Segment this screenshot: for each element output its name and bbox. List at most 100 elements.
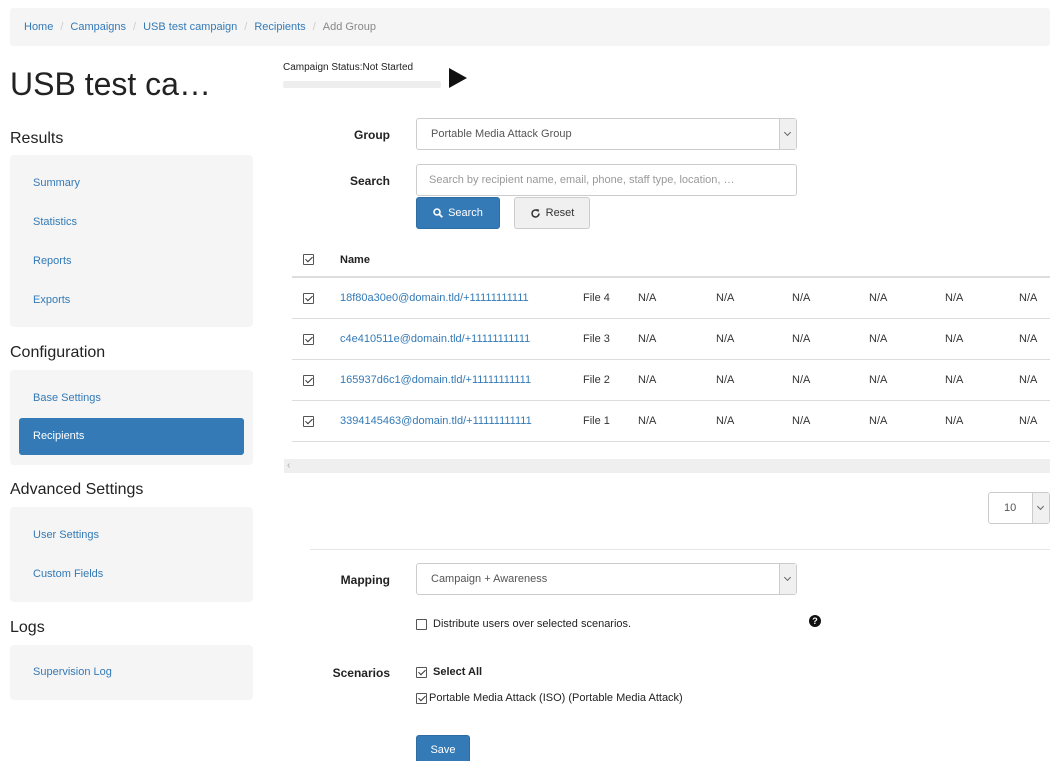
sidebar-item-custom-fields[interactable]: Custom Fields <box>19 556 244 593</box>
na-cell: N/A <box>638 333 657 345</box>
na-cell: N/A <box>945 292 964 304</box>
sidebar-item-base-settings[interactable]: Base Settings <box>19 380 244 417</box>
na-cell: N/A <box>792 374 811 386</box>
na-cell: N/A <box>869 333 888 345</box>
recipient-link[interactable]: 3394145463@domain.tld/+11111111111 <box>340 415 532 427</box>
breadcrumb-home[interactable]: Home <box>24 21 53 33</box>
select-all-scenarios-label: Select All <box>433 666 483 678</box>
search-input[interactable] <box>416 164 797 196</box>
na-cell: N/A <box>638 374 657 386</box>
select-all-scenarios-option[interactable]: Select All <box>416 666 482 678</box>
table-header: Name <box>292 243 1050 278</box>
breadcrumb-separator: / <box>133 21 137 33</box>
results-panel: Summary Statistics Reports Exports <box>10 155 253 327</box>
refresh-icon <box>530 208 540 218</box>
breadcrumb-separator: / <box>244 21 248 33</box>
row-checkbox[interactable] <box>303 319 314 359</box>
select-all-recipients-checkbox[interactable] <box>303 243 314 276</box>
logs-heading: Logs <box>10 619 45 636</box>
search-icon <box>433 208 443 218</box>
configuration-panel: Base Settings Recipients <box>10 370 253 465</box>
distribute-users-label: Distribute users over selected scenarios… <box>433 618 632 630</box>
breadcrumb-campaign[interactable]: USB test campaign <box>143 21 237 33</box>
results-heading: Results <box>10 130 64 147</box>
file-cell: File 4 <box>583 292 610 304</box>
sidebar-item-user-settings[interactable]: User Settings <box>19 517 244 554</box>
na-cell: N/A <box>638 292 657 304</box>
breadcrumb: Home / Campaigns / USB test campaign / R… <box>10 8 1050 46</box>
group-select[interactable]: Portable Media Attack Group <box>416 118 797 150</box>
mapping-select[interactable]: Campaign + Awareness <box>416 563 797 595</box>
sidebar-item-statistics[interactable]: Statistics <box>19 204 244 241</box>
row-checkbox[interactable] <box>303 401 314 441</box>
breadcrumb-campaigns[interactable]: Campaigns <box>70 21 126 33</box>
campaign-status: Campaign Status:Not Started <box>283 62 414 73</box>
save-button[interactable]: Save <box>416 735 470 761</box>
na-cell: N/A <box>638 415 657 427</box>
recipient-link[interactable]: 18f80a30e0@domain.tld/+11111111111 <box>340 292 529 304</box>
na-cell: N/A <box>1019 415 1038 427</box>
na-cell: N/A <box>716 333 735 345</box>
breadcrumb-separator: / <box>60 21 64 33</box>
table-row: 165937d6c1@domain.tld/+11111111111 File … <box>292 360 1050 401</box>
distribute-users-checkbox[interactable] <box>416 618 427 630</box>
reset-button[interactable]: Reset <box>514 197 590 229</box>
scenario-checkbox[interactable] <box>416 692 427 704</box>
sidebar-item-exports[interactable]: Exports <box>19 282 244 319</box>
column-header-name: Name <box>340 253 370 266</box>
na-cell: N/A <box>716 374 735 386</box>
recipient-link[interactable]: 165937d6c1@domain.tld/+11111111111 <box>340 374 531 386</box>
chevron-down-icon <box>779 564 796 594</box>
save-button-label: Save <box>430 744 456 756</box>
breadcrumb-recipients[interactable]: Recipients <box>254 21 305 33</box>
scenario-label: Portable Media Attack (ISO) (Portable Me… <box>429 692 683 704</box>
na-cell: N/A <box>945 374 964 386</box>
search-button-label: Search <box>448 207 483 219</box>
help-icon[interactable]: ? <box>809 615 821 627</box>
advanced-settings-panel: User Settings Custom Fields <box>10 507 253 602</box>
table-horizontal-scrollbar[interactable]: ‹ <box>284 459 1050 473</box>
sidebar-item-reports[interactable]: Reports <box>19 243 244 280</box>
mapping-select-value: Campaign + Awareness <box>431 573 548 585</box>
na-cell: N/A <box>792 333 811 345</box>
na-cell: N/A <box>1019 333 1038 345</box>
row-checkbox[interactable] <box>303 360 314 400</box>
table-row: 3394145463@domain.tld/+11111111111 File … <box>292 401 1050 442</box>
page-title: USB test ca… <box>10 66 211 102</box>
na-cell: N/A <box>945 333 964 345</box>
na-cell: N/A <box>716 415 735 427</box>
start-campaign-play-icon[interactable] <box>449 68 467 88</box>
sidebar-item-summary[interactable]: Summary <box>19 165 244 202</box>
logs-panel: Supervision Log <box>10 645 253 700</box>
na-cell: N/A <box>945 415 964 427</box>
select-all-scenarios-checkbox[interactable] <box>416 666 427 678</box>
na-cell: N/A <box>869 415 888 427</box>
campaign-progress-bar <box>283 81 441 88</box>
search-button[interactable]: Search <box>416 197 500 229</box>
scenario-option[interactable]: Portable Media Attack (ISO) (Portable Me… <box>416 692 683 704</box>
reset-button-label: Reset <box>545 207 575 219</box>
na-cell: N/A <box>869 292 888 304</box>
sidebar-item-recipients[interactable]: Recipients <box>19 418 244 455</box>
table-row: c4e410511e@domain.tld/+11111111111 File … <box>292 319 1050 360</box>
advanced-settings-heading: Advanced Settings <box>10 481 144 498</box>
breadcrumb-current: Add Group <box>322 21 376 33</box>
scroll-left-icon[interactable]: ‹ <box>287 460 290 471</box>
distribute-users-option[interactable]: Distribute users over selected scenarios… <box>416 618 631 630</box>
chevron-down-icon <box>1032 493 1049 523</box>
page-size-select[interactable]: 10 <box>988 492 1050 524</box>
sidebar-item-supervision-log[interactable]: Supervision Log <box>19 654 244 691</box>
scenarios-label: Scenarios <box>332 666 390 680</box>
chevron-down-icon <box>779 119 796 149</box>
configuration-heading: Configuration <box>10 344 106 361</box>
table-row: 18f80a30e0@domain.tld/+11111111111 File … <box>292 278 1050 319</box>
group-label: Group <box>354 128 390 142</box>
na-cell: N/A <box>792 292 811 304</box>
na-cell: N/A <box>1019 374 1038 386</box>
na-cell: N/A <box>869 374 888 386</box>
breadcrumb-separator: / <box>312 21 316 33</box>
recipient-link[interactable]: c4e410511e@domain.tld/+11111111111 <box>340 333 530 345</box>
search-label: Search <box>349 174 390 188</box>
group-select-value: Portable Media Attack Group <box>431 128 572 140</box>
row-checkbox[interactable] <box>303 278 314 318</box>
